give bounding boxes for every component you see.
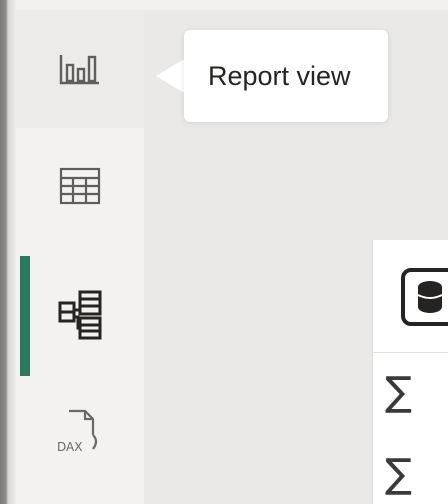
- table-grid-icon: [59, 167, 101, 205]
- dax-document-icon: DAX: [57, 409, 98, 454]
- tooltip-arrow: [156, 58, 186, 94]
- sigma-icon[interactable]: ∑: [385, 372, 412, 412]
- app-window: DAX Report view ∑ ∑: [0, 0, 448, 504]
- data-pane-header: [373, 240, 448, 353]
- data-pane: ∑ ∑: [372, 240, 448, 504]
- dax-label: DAX: [57, 440, 82, 454]
- sigma-icon[interactable]: ∑: [385, 454, 412, 494]
- model-diagram-icon: [58, 290, 102, 340]
- nav-model-view-button[interactable]: [16, 256, 144, 374]
- nav-dax-query-view-button[interactable]: DAX: [16, 374, 144, 492]
- database-icon[interactable]: [401, 268, 448, 326]
- tooltip-label: Report view: [208, 60, 351, 91]
- bar-chart-icon: [59, 55, 99, 85]
- nav-table-view-button[interactable]: [16, 128, 144, 246]
- report-view-tooltip: Report view: [184, 30, 388, 122]
- window-edge: [0, 0, 16, 504]
- nav-report-view-button[interactable]: [16, 10, 144, 128]
